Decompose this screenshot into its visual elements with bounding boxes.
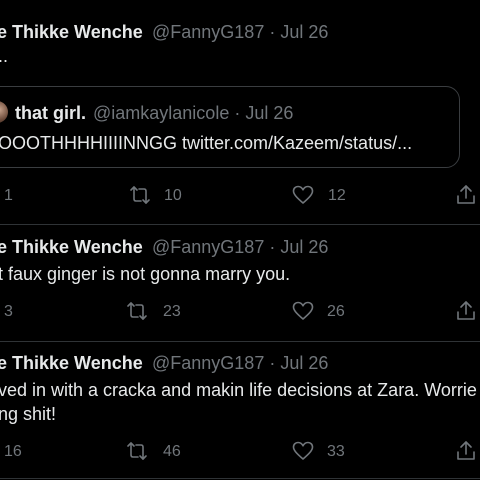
tweet-text-line-2: ng shit! xyxy=(0,404,57,424)
retweet-icon[interactable] xyxy=(129,185,151,205)
reply-count[interactable]: 16 xyxy=(4,443,22,461)
author-handle-date[interactable]: @FannyG187 · Jul 26 xyxy=(152,353,328,374)
author-handle-date[interactable]: @FannyG187 · Jul 26 xyxy=(152,237,328,258)
divider xyxy=(0,341,480,342)
heart-icon[interactable] xyxy=(292,441,314,461)
like-count[interactable]: 12 xyxy=(328,187,346,205)
retweet-count[interactable]: 10 xyxy=(164,187,182,205)
reply-count[interactable]: 1 xyxy=(4,187,13,205)
share-icon[interactable] xyxy=(455,184,477,206)
like-count[interactable]: 33 xyxy=(327,443,345,461)
retweet-count[interactable]: 46 xyxy=(163,443,181,461)
share-icon[interactable] xyxy=(455,300,477,322)
divider xyxy=(0,224,480,225)
quoted-author-name: that girl. xyxy=(15,103,86,123)
tweet-text: .. xyxy=(0,46,9,66)
tweet-text-line-1: ved in with a cracka and makin life deci… xyxy=(0,380,477,400)
retweet-icon[interactable] xyxy=(126,441,148,461)
author-handle-date[interactable]: @FannyG187 · Jul 26 xyxy=(152,22,328,43)
heart-icon[interactable] xyxy=(292,301,314,321)
retweet-count[interactable]: 23 xyxy=(163,303,181,321)
share-icon[interactable] xyxy=(455,440,477,462)
author-name[interactable]: e Thikke Wenche xyxy=(0,237,143,258)
heart-icon[interactable] xyxy=(292,185,314,205)
divider xyxy=(0,478,480,479)
retweet-icon[interactable] xyxy=(126,301,148,321)
author-name[interactable]: e Thikke Wenche xyxy=(0,22,143,43)
tweet-text: t faux ginger is not gonna marry you. xyxy=(0,264,291,284)
quoted-tweet[interactable] xyxy=(0,86,460,168)
quoted-tweet-text: OOOTHHHHIIIINNGG twitter.com/Kazeem/stat… xyxy=(0,133,413,153)
quoted-author-handle-date: @iamkaylanicole · Jul 26 xyxy=(93,103,294,123)
like-count[interactable]: 26 xyxy=(327,303,345,321)
author-name[interactable]: e Thikke Wenche xyxy=(0,353,143,374)
reply-count[interactable]: 3 xyxy=(4,303,13,321)
